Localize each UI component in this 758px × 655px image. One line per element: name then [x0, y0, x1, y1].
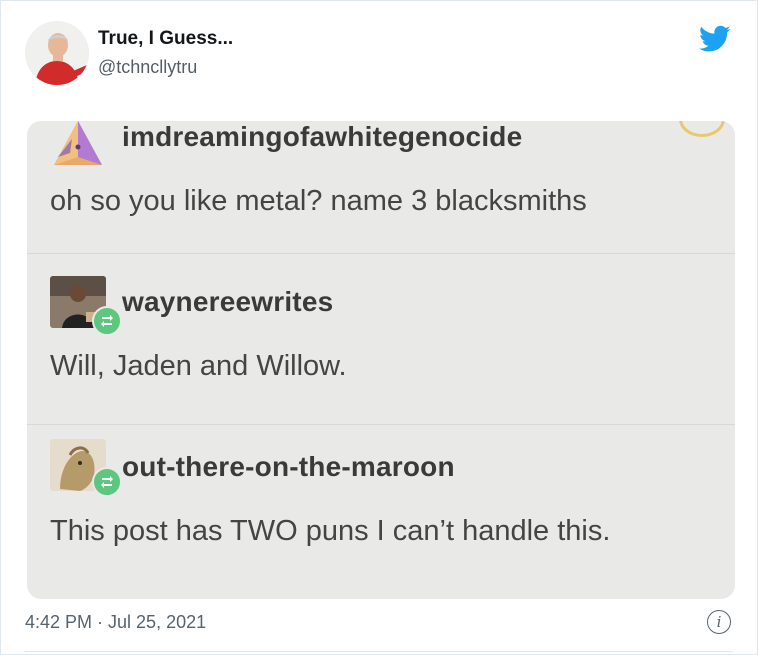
author-avatar-image — [25, 21, 89, 85]
author-handle[interactable]: @tchncllytru — [98, 57, 197, 78]
reblog-icon — [92, 467, 122, 497]
tumblr-post-1: imdreamingofawhitegenocide oh so you lik… — [27, 121, 735, 254]
reblog-icon — [92, 306, 122, 336]
tweet-timestamp[interactable]: 4:42 PM · Jul 25, 2021 — [25, 612, 206, 633]
tweet-header: True, I Guess... @tchncllytru — [25, 19, 733, 89]
post-username[interactable]: out-there-on-the-maroon — [122, 451, 455, 483]
tumblr-post-2: waynereewrites Will, Jaden and Willow. — [27, 254, 735, 425]
post-text: Will, Jaden and Willow. — [50, 350, 347, 382]
tweet-card: True, I Guess... @tchncllytru imdreaming… — [0, 0, 758, 655]
tumblr-post-3: out-there-on-the-maroon This post has TW… — [27, 425, 735, 599]
pyramid-avatar-icon — [50, 121, 106, 169]
divider — [25, 651, 733, 652]
author-name[interactable]: True, I Guess... — [98, 28, 233, 50]
post-text: oh so you like metal? name 3 blacksmiths — [50, 185, 587, 217]
post-username[interactable]: waynereewrites — [122, 286, 333, 318]
embedded-screenshot[interactable]: imdreamingofawhitegenocide oh so you lik… — [27, 121, 735, 599]
post-text: This post has TWO puns I can’t handle th… — [50, 515, 611, 547]
twitter-bird-icon[interactable] — [699, 25, 731, 53]
post-username[interactable]: imdreamingofawhitegenocide — [122, 121, 522, 153]
author-avatar[interactable] — [25, 21, 89, 85]
info-icon[interactable]: i — [707, 610, 731, 634]
